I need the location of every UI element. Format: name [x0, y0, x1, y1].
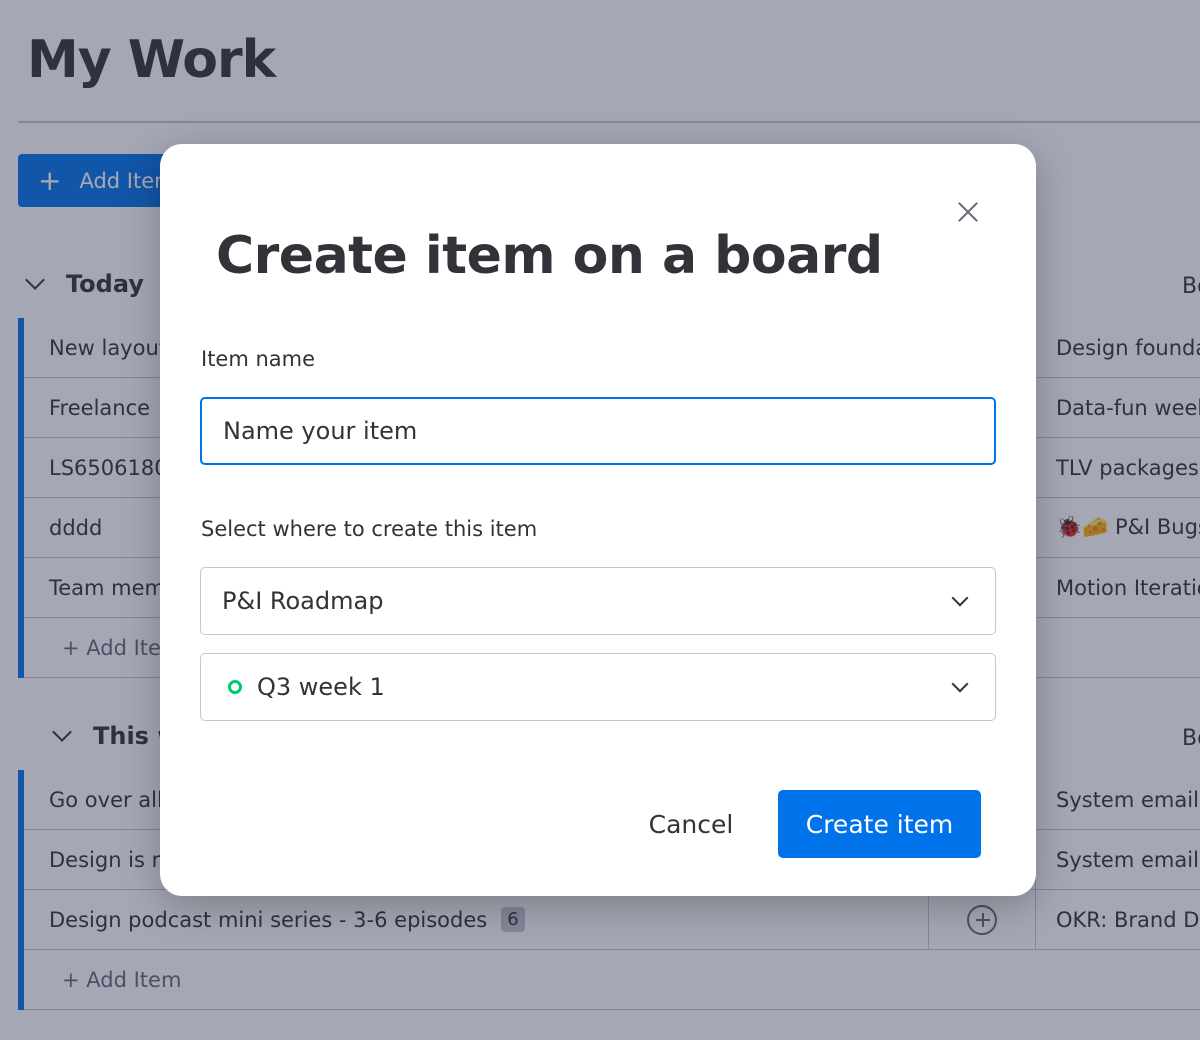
- item-name-field[interactable]: [200, 397, 996, 465]
- group-select-value: Q3 week 1: [257, 673, 385, 701]
- board-select-value: P&I Roadmap: [222, 587, 384, 615]
- create-item-button[interactable]: Create item: [778, 790, 981, 858]
- create-item-modal: Create item on a board Item name Select …: [160, 144, 1036, 896]
- modal-title: Create item on a board: [216, 226, 883, 286]
- item-name-label: Item name: [201, 347, 316, 371]
- chevron-down-icon[interactable]: [951, 589, 969, 607]
- close-icon[interactable]: [956, 200, 980, 224]
- my-work-page: My Work + Add Item Today Board New layou…: [0, 0, 1200, 1040]
- group-select[interactable]: Q3 week 1: [200, 653, 996, 721]
- item-name-input[interactable]: [223, 417, 963, 445]
- location-label: Select where to create this item: [201, 517, 538, 541]
- board-select[interactable]: P&I Roadmap: [200, 567, 996, 635]
- status-dot-icon: [228, 680, 242, 694]
- chevron-down-icon[interactable]: [951, 675, 969, 693]
- cancel-button[interactable]: Cancel: [632, 790, 750, 858]
